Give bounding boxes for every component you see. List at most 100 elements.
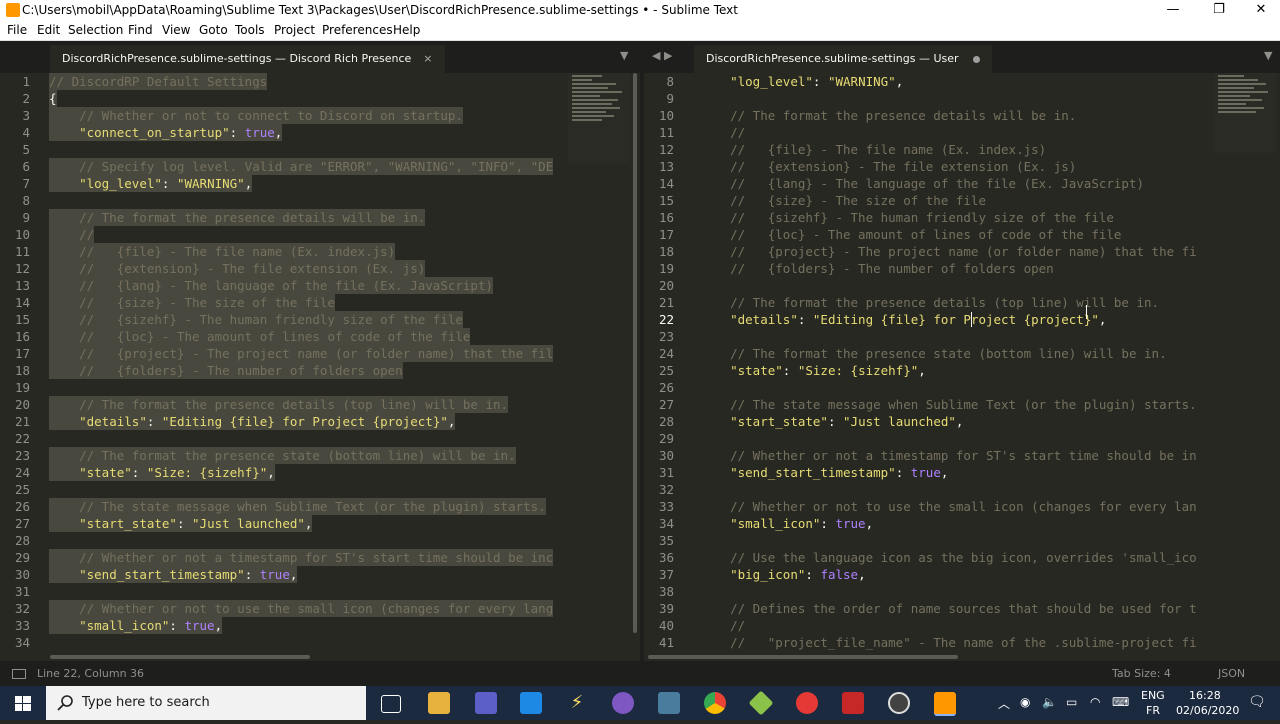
left-horizontal-scrollbar[interactable] — [0, 653, 640, 661]
code-line[interactable]: 10 // The format the presence details wi… — [644, 107, 1280, 124]
code-line[interactable]: 34 "small_icon": true, — [644, 515, 1280, 532]
tab-dropdown-icon[interactable]: ▼ — [1264, 49, 1272, 62]
clock-time[interactable]: 16:28 — [1189, 689, 1221, 702]
code-line[interactable]: 12 // {extension} - The file extension (… — [0, 260, 640, 277]
menu-edit[interactable]: Edit — [37, 23, 60, 37]
right-minimap[interactable] — [1214, 73, 1276, 153]
code-line[interactable]: 22 "details": "Editing {file} for Projec… — [644, 311, 1280, 328]
task-view-icon[interactable] — [381, 695, 401, 713]
code-line[interactable]: 37 "big_icon": false, — [644, 566, 1280, 583]
start-button[interactable] — [0, 686, 46, 720]
lightning-app-icon[interactable]: ⚡ — [566, 692, 588, 714]
archive-app-icon[interactable] — [842, 692, 864, 714]
input-language[interactable]: ENG — [1141, 689, 1165, 702]
code-line[interactable]: 24 // The format the presence state (bot… — [644, 345, 1280, 362]
code-line[interactable]: 24 "state": "Size: {sizehf}", — [0, 464, 640, 481]
code-line[interactable]: 23 // The format the presence state (bot… — [0, 447, 640, 464]
red-app-icon[interactable] — [796, 692, 818, 714]
code-line[interactable]: 38 — [644, 583, 1280, 600]
code-line[interactable]: 36 // Use the language icon as the big i… — [644, 549, 1280, 566]
code-line[interactable]: 23 — [644, 328, 1280, 345]
taskbar-search-box[interactable]: Type here to search — [46, 686, 366, 720]
sublime-text-taskbar-icon[interactable] — [934, 692, 956, 716]
code-line[interactable]: 25 "state": "Size: {sizehf}", — [644, 362, 1280, 379]
code-line[interactable]: 8 "log_level": "WARNING", — [644, 73, 1280, 90]
data-app-icon[interactable] — [658, 692, 680, 714]
right-code-area[interactable]: 8 "log_level": "WARNING", 9 10 // The form… — [644, 73, 1280, 651]
tray-expand-icon[interactable]: ︿ — [998, 695, 1010, 712]
tab-default-settings[interactable]: DiscordRichPresence.sublime-settings — D… — [50, 45, 445, 73]
code-line[interactable]: 13 // {extension} - The file extension (… — [644, 158, 1280, 175]
panel-toggle-icon[interactable] — [12, 669, 26, 679]
app-diamond-icon[interactable] — [748, 690, 774, 716]
code-line[interactable]: 21 "details": "Editing {file} for Projec… — [0, 413, 640, 430]
maximize-button[interactable]: ❐ — [1196, 0, 1242, 20]
code-line[interactable]: 2{ — [0, 90, 640, 107]
menu-file[interactable]: File — [7, 23, 27, 37]
tray-app-icon[interactable]: ◉ — [1020, 695, 1030, 709]
code-line[interactable]: 33 // Whether or not to use the small ic… — [644, 498, 1280, 515]
code-line[interactable]: 13 // {lang} - The language of the file … — [0, 277, 640, 294]
menu-tools[interactable]: Tools — [235, 23, 265, 37]
tab-user-settings[interactable]: DiscordRichPresence.sublime-settings — U… — [694, 45, 992, 73]
battery-icon[interactable]: ▭ — [1066, 695, 1077, 709]
code-line[interactable]: 6 // Specify log level. Valid are "ERROR… — [0, 158, 640, 175]
code-line[interactable]: 27 // The state message when Sublime Tex… — [644, 396, 1280, 413]
left-code-area[interactable]: 1// DiscordRP Default Settings 2{3 // Whe… — [0, 73, 640, 651]
code-line[interactable]: 32 // Whether or not to use the small ic… — [0, 600, 640, 617]
code-line[interactable]: 39 // Defines the order of name sources … — [644, 600, 1280, 617]
code-line[interactable]: 41 // "project_file_name" - The name of … — [644, 634, 1280, 651]
code-line[interactable]: 3 // Whether or not to connect to Discor… — [0, 107, 640, 124]
code-line[interactable]: 20 — [644, 277, 1280, 294]
code-line[interactable]: 29 — [644, 430, 1280, 447]
code-line[interactable]: 34 — [0, 634, 640, 651]
code-line[interactable]: 18 // {project} - The project name (or f… — [644, 243, 1280, 260]
code-line[interactable]: 26 — [644, 379, 1280, 396]
code-line[interactable]: 33 "small_icon": true, — [0, 617, 640, 634]
code-line[interactable]: 32 — [644, 481, 1280, 498]
visual-studio-icon[interactable] — [612, 692, 634, 714]
code-line[interactable]: 14 // {size} - The size of the file — [0, 294, 640, 311]
keyboard-layout[interactable]: FR — [1146, 704, 1160, 717]
code-line[interactable]: 21 // The format the presence details (t… — [644, 294, 1280, 311]
tab-dropdown-icon[interactable]: ▼ — [620, 49, 628, 62]
code-line[interactable]: 17 // {loc} - The amount of lines of cod… — [644, 226, 1280, 243]
teams-icon[interactable] — [475, 692, 497, 714]
code-line[interactable]: 15 // {sizehf} - The human friendly size… — [0, 311, 640, 328]
code-line[interactable]: 11 // {file} - The file name (Ex. index.… — [0, 243, 640, 260]
code-line[interactable]: 25 — [0, 481, 640, 498]
menu-preferences[interactable]: Preferences — [322, 23, 393, 37]
menu-goto[interactable]: Goto — [199, 23, 228, 37]
code-line[interactable]: 16 // {loc} - The amount of lines of cod… — [0, 328, 640, 345]
code-line[interactable]: 7 "log_level": "WARNING", — [0, 175, 640, 192]
code-line[interactable]: 11 // — [644, 124, 1280, 141]
menu-selection[interactable]: Selection — [68, 23, 123, 37]
syntax-mode[interactable]: JSON — [1218, 667, 1245, 680]
code-line[interactable]: 10 // — [0, 226, 640, 243]
code-line[interactable]: 31 "send_start_timestamp": true, — [644, 464, 1280, 481]
code-line[interactable]: 8 — [0, 192, 640, 209]
code-line[interactable]: 9 // The format the presence details wil… — [0, 209, 640, 226]
code-line[interactable]: 35 — [644, 532, 1280, 549]
code-line[interactable]: 18 // {folders} - The number of folders … — [0, 362, 640, 379]
menu-help[interactable]: Help — [393, 23, 420, 37]
left-vertical-scrollbar[interactable] — [632, 73, 638, 651]
volume-icon[interactable]: 🔈 — [1042, 695, 1057, 709]
code-line[interactable]: 20 // The format the presence details (t… — [0, 396, 640, 413]
menu-view[interactable]: View — [162, 23, 190, 37]
code-line[interactable]: 40 // — [644, 617, 1280, 634]
left-minimap[interactable] — [568, 73, 630, 163]
clock-date[interactable]: 02/06/2020 — [1176, 704, 1239, 717]
notifications-icon[interactable]: 🗨 — [1248, 694, 1266, 710]
code-line[interactable]: 27 "start_state": "Just launched", — [0, 515, 640, 532]
code-line[interactable]: 1 // DiscordRP Default Settings — [0, 73, 640, 90]
code-line[interactable]: 22 — [0, 430, 640, 447]
code-line[interactable]: 4 "connect_on_startup": true, — [0, 124, 640, 141]
menu-project[interactable]: Project — [274, 23, 315, 37]
chrome-icon[interactable] — [704, 692, 726, 714]
tab-close-icon[interactable]: × — [423, 52, 432, 65]
code-line[interactable]: 19 — [0, 379, 640, 396]
code-line[interactable]: 15 // {size} - The size of the file — [644, 192, 1280, 209]
tab-size[interactable]: Tab Size: 4 — [1112, 667, 1171, 680]
code-line[interactable]: 30 // Whether or not a timestamp for ST'… — [644, 447, 1280, 464]
